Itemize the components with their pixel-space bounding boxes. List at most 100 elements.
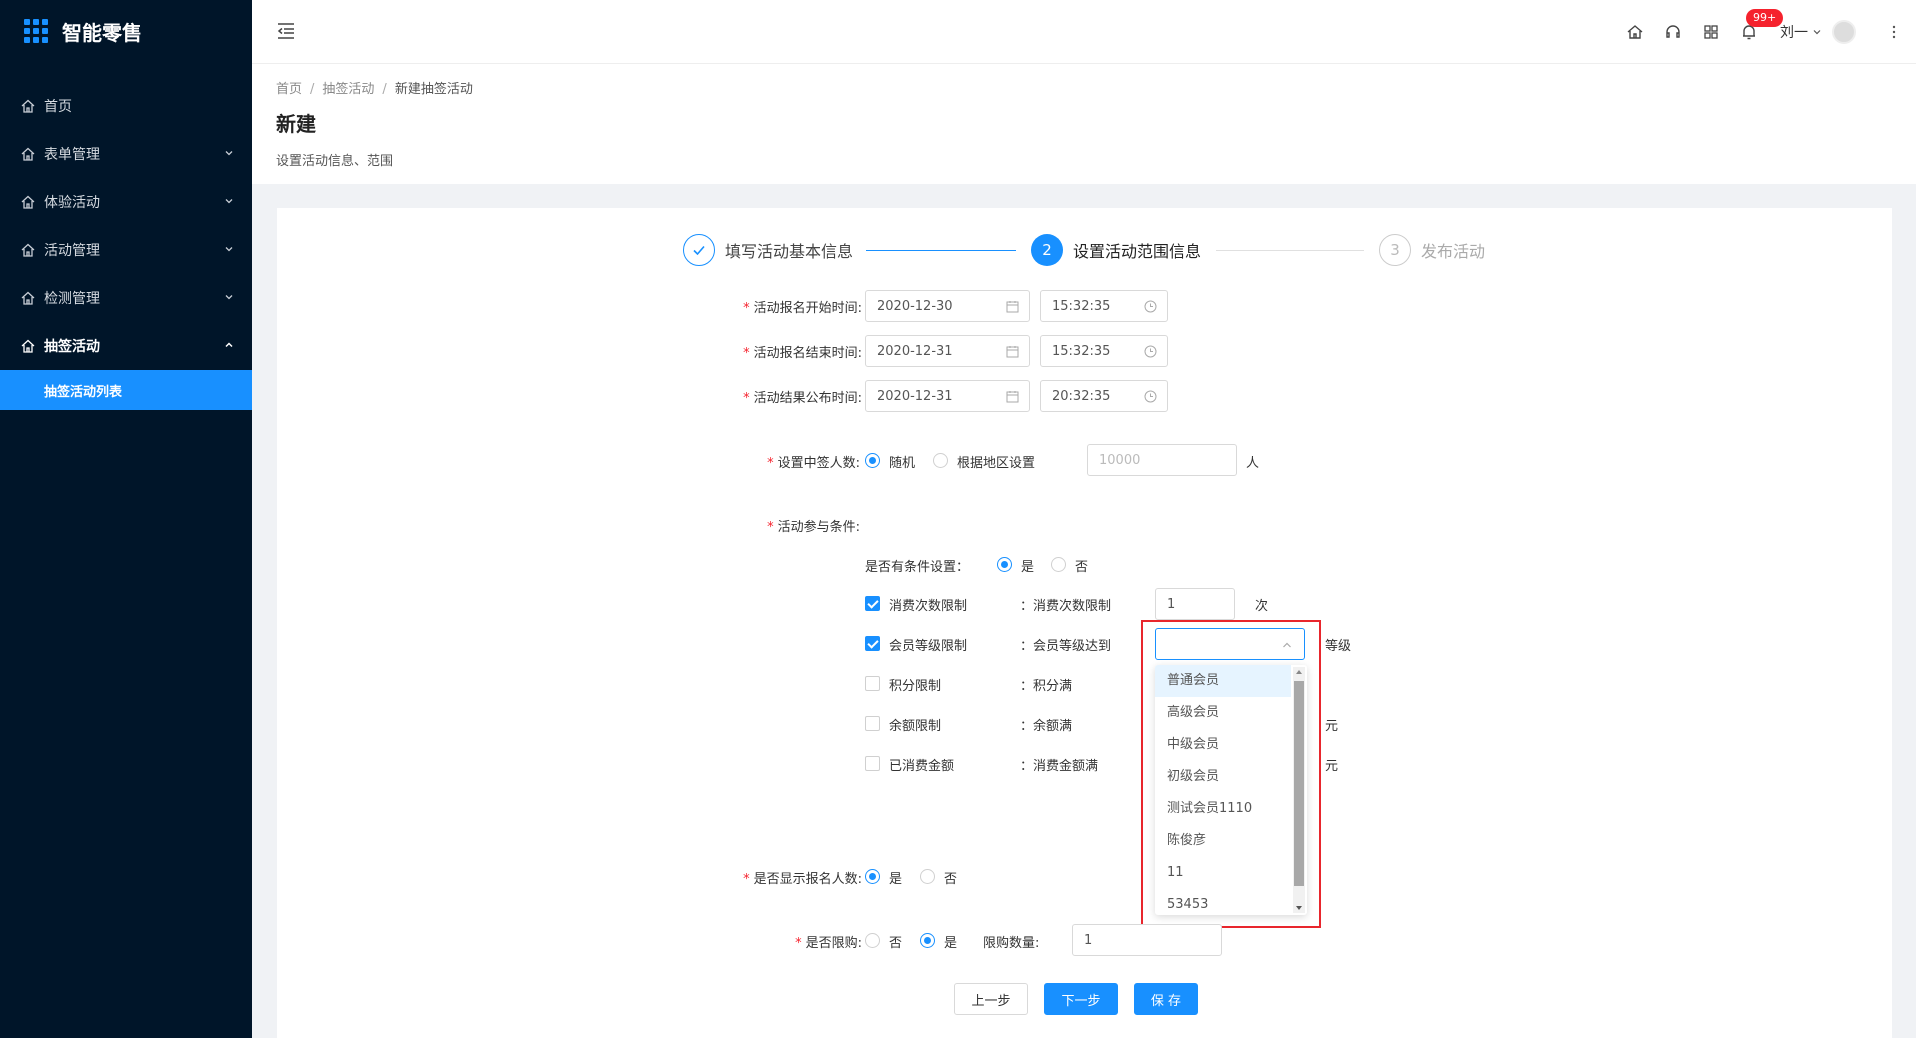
step-connector [1216, 250, 1364, 251]
page-header: 首页 / 抽签活动 / 新建抽签活动 新建 设置活动信息、范围 [252, 64, 1916, 184]
sidebar-item-lottery[interactable]: 抽签活动 [0, 322, 252, 370]
purchase-limit-no-label[interactable]: 否 [889, 932, 902, 951]
user-name[interactable]: 刘一 [1780, 22, 1808, 42]
headset-icon[interactable] [1664, 23, 1682, 41]
show-count-yes-label[interactable]: 是 [889, 868, 902, 887]
calendar-icon [1006, 346, 1019, 358]
step-3: 3 发布活动 [1379, 234, 1485, 266]
result-publish-label: * 活动结果公布时间: [743, 391, 862, 406]
winners-region-radio[interactable] [933, 453, 948, 468]
breadcrumb-lottery[interactable]: 抽签活动 [322, 82, 374, 97]
signup-end-date[interactable]: 2020-12-31 [865, 335, 1030, 367]
purchase-limit-yes-label[interactable]: 是 [944, 932, 957, 951]
show-count-no-label[interactable]: 否 [944, 868, 957, 887]
purchase-limit-yes-radio[interactable] [920, 933, 935, 948]
has-condition-yes-label[interactable]: 是 [1021, 556, 1034, 575]
breadcrumb-current: 新建抽签活动 [394, 82, 473, 97]
chevron-down-icon[interactable] [1812, 27, 1822, 37]
sidebar-item-experience[interactable]: 体验活动 [0, 178, 252, 226]
signup-start-time[interactable]: 15:32:35 [1040, 290, 1168, 322]
header-actions: 99+ 刘一 [1606, 0, 1896, 64]
step-1: 填写活动基本信息 [683, 234, 853, 266]
winners-region-label[interactable]: 根据地区设置 [957, 452, 1035, 471]
step-connector [866, 250, 1016, 251]
prev-step-button[interactable]: 上一步 [954, 983, 1028, 1015]
has-condition-label: 是否有条件设置： [865, 560, 970, 575]
member-level-checkbox[interactable] [865, 636, 880, 651]
sidebar-item-label: 抽签活动 [44, 339, 100, 355]
purchase-qty-input[interactable]: 1 [1072, 924, 1222, 956]
member-level-unit: 等级 [1325, 639, 1352, 654]
winners-random-label[interactable]: 随机 [889, 452, 915, 471]
result-publish-time[interactable]: 20:32:35 [1040, 380, 1168, 412]
app-title: 智能零售 [62, 20, 142, 45]
form-card [277, 208, 1892, 1038]
app-logo[interactable]: 智能零售 [0, 0, 252, 62]
home-icon [21, 99, 35, 113]
result-publish-date[interactable]: 2020-12-31 [865, 380, 1030, 412]
chevron-down-icon [225, 295, 233, 300]
calendar-icon [1006, 301, 1019, 313]
sidebar-item-label: 首页 [44, 99, 72, 115]
member-level-label[interactable]: 会员等级限制 [889, 635, 967, 654]
sidebar-item-label: 体验活动 [44, 195, 100, 211]
winners-unit: 人 [1246, 456, 1260, 471]
show-count-no-radio[interactable] [920, 869, 935, 884]
points-label[interactable]: 积分限制 [889, 675, 941, 694]
signup-end-time[interactable]: 15:32:35 [1040, 335, 1168, 367]
sidebar-item-label: 检测管理 [44, 291, 100, 307]
balance-checkbox[interactable] [865, 716, 880, 731]
avatar[interactable] [1832, 20, 1856, 44]
sidebar-item-home[interactable]: 首页 [0, 82, 252, 130]
sidebar-item-forms[interactable]: 表单管理 [0, 130, 252, 178]
breadcrumb-home[interactable]: 首页 [276, 82, 302, 97]
signup-end-label: * 活动报名结束时间: [743, 346, 862, 361]
save-button[interactable]: 保 存 [1134, 983, 1198, 1015]
home-icon [21, 147, 35, 161]
step-number: 3 [1379, 234, 1411, 266]
notification-bell[interactable]: 99+ [1740, 9, 1784, 41]
more-vertical-icon[interactable] [1892, 25, 1896, 39]
has-condition-no-radio[interactable] [1051, 557, 1066, 572]
spent-amount-checkbox[interactable] [865, 756, 880, 771]
winners-label: * 设置中签人数: [767, 456, 860, 471]
step-number: 2 [1031, 234, 1063, 266]
winners-random-radio[interactable] [865, 453, 880, 468]
signup-start-label: * 活动报名开始时间: [743, 301, 862, 316]
sidebar-subitem-lottery-list[interactable]: 抽签活动列表 [0, 370, 252, 410]
show-count-yes-radio[interactable] [865, 869, 880, 884]
has-condition-yes-radio[interactable] [997, 557, 1012, 572]
sidebar: 智能零售 首页 表单管理 体验活动 活动管理 检测管理 抽签活动 抽签活动列表 [0, 0, 252, 1038]
purchase-limit-no-radio[interactable] [865, 933, 880, 948]
sidebar-item-label: 表单管理 [44, 147, 100, 163]
clock-icon [1144, 345, 1157, 358]
step-check-icon [683, 234, 715, 266]
consume-count-checkbox[interactable] [865, 596, 880, 611]
home-icon [21, 243, 35, 257]
winners-count-input[interactable]: 10000 [1087, 444, 1237, 476]
spent-amount-unit: 元 [1325, 759, 1339, 774]
sidebar-item-activities[interactable]: 活动管理 [0, 226, 252, 274]
points-checkbox[interactable] [865, 676, 880, 691]
next-step-button[interactable]: 下一步 [1044, 983, 1118, 1015]
sidebar-item-inspection[interactable]: 检测管理 [0, 274, 252, 322]
has-condition-no-label[interactable]: 否 [1075, 556, 1088, 575]
annotation-highlight-box [1141, 620, 1321, 928]
signup-start-date[interactable]: 2020-12-30 [865, 290, 1030, 322]
consume-count-input[interactable]: 1 [1155, 588, 1235, 620]
notification-badge: 99+ [1746, 9, 1784, 27]
consume-count-label[interactable]: 消费次数限制 [889, 595, 967, 614]
balance-unit: 元 [1325, 719, 1339, 734]
spent-amount-label[interactable]: 已消费金额 [889, 755, 954, 774]
home-icon[interactable] [1626, 23, 1644, 41]
balance-label[interactable]: 余额限制 [889, 715, 941, 734]
show-count-label: * 是否显示报名人数: [743, 872, 862, 887]
spent-amount-desc: ：消费金额满 [1020, 759, 1099, 774]
member-level-desc: ：会员等级达到 [1020, 639, 1112, 654]
apps-grid-icon[interactable] [1702, 23, 1720, 41]
step-label: 设置活动范围信息 [1073, 242, 1202, 261]
balance-desc: ：余额满 [1020, 719, 1073, 734]
purchase-limit-label: * 是否限购: [795, 936, 862, 951]
menu-fold-icon[interactable] [276, 22, 296, 40]
step-2: 2 设置活动范围信息 [1031, 234, 1201, 266]
